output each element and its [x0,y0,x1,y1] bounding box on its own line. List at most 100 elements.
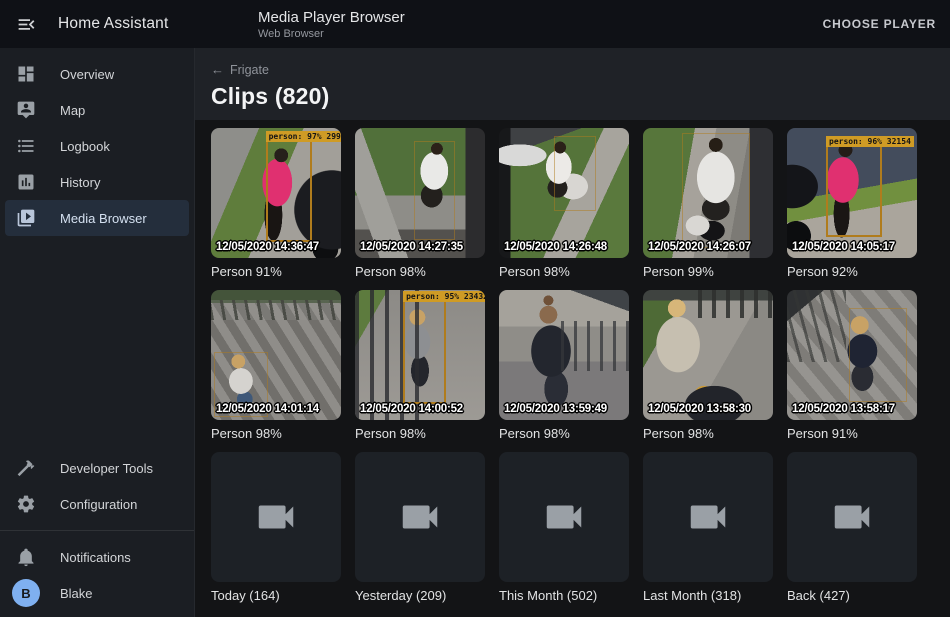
media-clip-card[interactable]: 12/05/2020 13:58:30 Person 98% [643,290,773,442]
clip-thumbnail: person: 97% 29988 12/05/2020 14:36:47 [211,128,341,258]
detection-box: person: 95% 23432 [403,300,446,404]
clip-timestamp: 12/05/2020 13:58:30 [648,403,773,415]
clip-caption: Person 99% [643,264,773,280]
folder-caption: Today (164) [211,588,341,604]
clip-thumbnail: person: 96% 32154 12/05/2020 14:05:17 [787,128,917,258]
media-folder-card-this-month[interactable]: This Month (502) [499,452,629,604]
chart-box-icon [16,172,36,192]
avatar: B [12,579,40,607]
media-clip-card[interactable]: person: 97% 29988 12/05/2020 14:36:47 Pe… [211,128,341,280]
clip-thumbnail: 12/05/2020 14:01:14 [211,290,341,420]
sidebar-item-developer-tools[interactable]: Developer Tools [5,450,189,486]
sidebar-item-label: History [60,175,100,190]
folder-caption: Back (427) [787,588,917,604]
media-clip-card[interactable]: person: 95% 23432 12/05/2020 14:00:52 Pe… [355,290,485,442]
clip-timestamp: 12/05/2020 13:59:49 [504,403,629,415]
sidebar-item-label: Blake [60,586,93,601]
media-clip-card[interactable]: 12/05/2020 14:01:14 Person 98% [211,290,341,442]
clip-thumbnail: 12/05/2020 14:26:48 [499,128,629,258]
choose-player-button[interactable]: CHOOSE PLAYER [823,0,936,48]
clip-caption: Person 98% [355,426,485,442]
media-clip-card[interactable]: 12/05/2020 14:26:07 Person 99% [643,128,773,280]
clip-thumbnail: 12/05/2020 13:58:17 [787,290,917,420]
media-folder-card-back[interactable]: Back (427) [787,452,917,604]
detection-label: person: 95% 23432 [403,291,485,302]
clip-timestamp: 12/05/2020 14:01:14 [216,403,341,415]
bell-icon [16,547,36,567]
folder-thumbnail [499,452,629,582]
media-folder-card-today[interactable]: Today (164) [211,452,341,604]
detection-label: person: 96% 32154 [826,136,914,147]
sidebar-item-history[interactable]: History [5,164,189,200]
video-camera-icon [685,494,731,540]
clip-caption: Person 91% [787,426,917,442]
play-box-multiple-icon [16,208,36,228]
clip-thumbnail: person: 95% 23432 12/05/2020 14:00:52 [355,290,485,420]
sidebar-item-label: Media Browser [60,211,147,226]
menu-open-icon [16,14,37,35]
sidebar-footer: Notifications B Blake [0,522,194,617]
sidebar-item-logbook[interactable]: Logbook [5,128,189,164]
sidebar-item-map[interactable]: Map [5,92,189,128]
clip-timestamp: 12/05/2020 14:00:52 [360,403,485,415]
clip-timestamp: 12/05/2020 14:27:35 [360,241,485,253]
detection-box [849,308,906,402]
media-clip-card[interactable]: 12/05/2020 13:59:49 Person 98% [499,290,629,442]
clip-caption: Person 98% [211,426,341,442]
back-arrow-icon: ← [211,62,224,77]
clip-timestamp: 12/05/2020 14:26:07 [648,241,773,253]
sidebar-item-label: Logbook [60,139,110,154]
breadcrumb-back-link[interactable]: ← Frigate [211,62,269,77]
sidebar-item-overview[interactable]: Overview [5,56,189,92]
gear-icon [16,494,36,514]
clip-caption: Person 98% [643,426,773,442]
clip-caption: Person 98% [355,264,485,280]
clip-thumbnail: 12/05/2020 13:58:30 [643,290,773,420]
clip-caption: Person 91% [211,264,341,280]
sidebar-item-label: Notifications [60,550,131,565]
sidebar-item-label: Map [60,103,85,118]
clip-timestamp: 12/05/2020 14:05:17 [792,241,917,253]
media-clip-card[interactable]: 12/05/2020 13:58:17 Person 91% [787,290,917,442]
sidebar-item-media-browser[interactable]: Media Browser [5,200,189,236]
clip-caption: Person 98% [499,426,629,442]
video-camera-icon [397,494,443,540]
sidebar-item-notifications[interactable]: Notifications [5,539,189,575]
sidebar-item-profile[interactable]: B Blake [5,575,189,611]
page-title: Media Player Browser [258,9,405,26]
page-section-title: Clips (820) [211,83,950,110]
video-camera-icon [541,494,587,540]
folder-thumbnail [787,452,917,582]
sidebar-divider [0,530,194,531]
clip-timestamp: 12/05/2020 14:26:48 [504,241,629,253]
sidebar-item-label: Developer Tools [60,461,153,476]
app-window: Home Assistant Media Player Browser Web … [0,0,950,617]
clip-thumbnail: 12/05/2020 14:26:07 [643,128,773,258]
list-bulleted-icon [16,136,36,156]
folder-thumbnail [211,452,341,582]
video-camera-icon [253,494,299,540]
detection-label: person: 97% 29988 [266,131,341,142]
top-bar: Home Assistant Media Player Browser Web … [0,0,950,48]
clip-caption: Person 98% [499,264,629,280]
media-header: ← Frigate Clips (820) [195,48,950,120]
clip-timestamp: 12/05/2020 14:36:47 [216,241,341,253]
media-folder-card-last-month[interactable]: Last Month (318) [643,452,773,604]
sidebar: Overview Map Logbook History Media Brows… [0,48,195,617]
media-clip-card[interactable]: 12/05/2020 14:26:48 Person 98% [499,128,629,280]
folder-caption: Last Month (318) [643,588,773,604]
hammer-icon [16,458,36,478]
folder-caption: Yesterday (209) [355,588,485,604]
media-folder-card-yesterday[interactable]: Yesterday (209) [355,452,485,604]
folder-caption: This Month (502) [499,588,629,604]
account-location-icon [16,100,36,120]
media-clip-card[interactable]: 12/05/2020 14:27:35 Person 98% [355,128,485,280]
clip-caption: Person 92% [787,264,917,280]
app-title: Home Assistant [58,15,168,33]
clip-thumbnail: 12/05/2020 14:27:35 [355,128,485,258]
sidebar-item-configuration[interactable]: Configuration [5,486,189,522]
media-clip-card[interactable]: person: 96% 32154 12/05/2020 14:05:17 Pe… [787,128,917,280]
sidebar-toggle-button[interactable] [6,4,46,44]
clip-thumbnail: 12/05/2020 13:59:49 [499,290,629,420]
breadcrumb-label: Frigate [230,63,269,77]
